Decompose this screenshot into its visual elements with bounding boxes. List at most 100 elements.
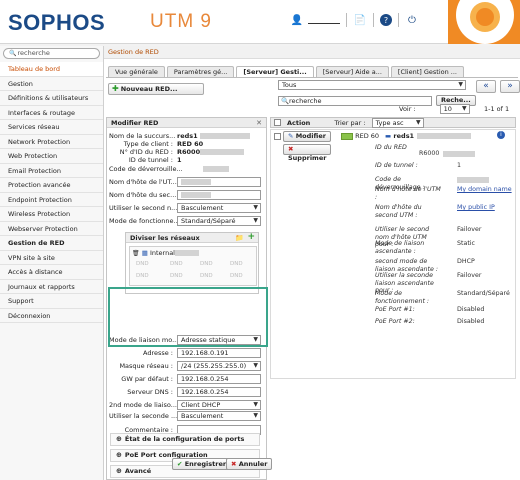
detail-value[interactable]: My public IP [457,204,495,211]
delete-button[interactable]: ✖ Supprimer [283,144,331,162]
use-second-host-row: Utiliser le second n... Basculement ▼ [107,203,267,215]
dns-row: Serveur DNS : 192.168.0.254 [107,387,267,399]
save-button[interactable]: ✔ Enregistrer [172,458,232,470]
tab-client-management[interactable]: [Client] Gestion ... [390,66,464,77]
edit-icon: ✎ [288,132,294,140]
detail-value: R6000 [419,150,440,157]
use-second-host-select[interactable]: Basculement ▼ [177,203,261,213]
sidebar-item[interactable]: Support [0,294,103,309]
detail-label: Nom d'hôte de l'UTM : [375,186,441,201]
netmask-select[interactable]: /24 (255.255.255.0) ▼ [177,361,261,371]
detail-label: PoE Port #2: [375,318,415,325]
search-icon: 🔍 [9,50,17,57]
sort-select[interactable]: Type asc ▼ [371,117,424,128]
pagination-nav: « » [476,80,520,93]
search-icon: 🔍 [281,96,290,105]
second-host-input[interactable] [177,190,261,200]
gateway-input[interactable]: 192.168.0.254 [177,374,261,384]
next-page-button[interactable]: » [500,80,520,93]
tab-server-management[interactable]: [Serveur] Gesti... [236,66,314,77]
sidebar-item[interactable]: Web Protection [0,149,103,164]
plus-icon: ✚ [112,84,119,93]
split-networks-box: Diviser les réseaux 📁 + 🗑 ▦ Internal DND… [125,232,259,294]
detail-label: PoE Port #1: [375,306,415,313]
port-status-section[interactable]: ⊕ État de la configuration de ports [110,433,260,446]
use-second-uplink-select[interactable]: Basculement ▼ [177,411,261,421]
sidebar-item[interactable]: Interfaces & routage [0,106,103,120]
sidebar-item[interactable]: Accès à distance [0,265,103,280]
close-icon[interactable]: ✕ [256,118,262,128]
filter-select[interactable]: Tous ▼ [278,80,466,90]
tab-server-help[interactable]: [Serveur] Aide a... [315,66,389,77]
type-badge: RED 60 [341,132,379,140]
view-label: Voir : [399,105,416,113]
page-size-select[interactable]: 10 ▼ [439,104,470,114]
sort-label: Trier par : [334,118,366,127]
second-uplink-mode-select[interactable]: Client DHCP ▼ [177,400,261,410]
network-icon: ▦ [141,249,148,257]
document-icon[interactable]: 📄 [353,13,367,27]
chevron-down-icon: ▼ [458,81,463,88]
row-checkbox[interactable] [274,133,281,140]
dns-input[interactable]: 192.168.0.254 [177,387,261,397]
detail-value: Failover [457,226,482,233]
address-input[interactable]: 192.168.0.191 [177,348,261,358]
chevron-down-icon: ▼ [253,401,258,408]
chevron-down-icon: ▼ [462,105,467,112]
sidebar-item[interactable]: VPN site à site [0,251,103,265]
power-icon[interactable]: ⏻ [405,13,419,27]
add-icon[interactable]: + [247,232,255,242]
detail-value[interactable]: My domain name [457,186,512,193]
sidebar-item[interactable]: Wireless Protection [0,207,103,222]
sidebar-item[interactable]: Déconnexion [0,309,103,323]
info-icon[interactable]: i [497,131,505,139]
sidebar-item[interactable]: Protection avancée [0,178,103,193]
modify-button[interactable]: ✎ Modifier [283,131,331,142]
page-size-row: Voir : 10 ▼ [399,104,470,114]
utm-host-input[interactable] [177,177,261,187]
operation-mode-select[interactable]: Standard/Séparé ▼ [177,216,261,226]
sidebar-item[interactable]: Webserver Protection [0,222,103,236]
delete-icon: ✖ [288,145,294,153]
folder-icon[interactable]: 📁 [235,233,244,243]
user-icon[interactable]: 👤 [290,13,304,27]
sidebar-search-input[interactable]: 🔍recherche [3,48,100,59]
check-icon: ✔ [177,460,183,468]
netmask-row: Masque réseau : /24 (255.255.255.0) ▼ [107,361,267,373]
detail-value: DHCP [457,258,475,265]
sidebar-item[interactable]: Gestion de RED [0,236,103,251]
networks-list: 🗑 ▦ Internal DND DND DND DND DND DND DND… [129,246,257,286]
operation-mode-row: Mode de fonctionne... Standard/Séparé ▼ [107,216,267,228]
new-red-button[interactable]: ✚ Nouveau RED... [108,83,204,95]
tab-overview[interactable]: Vue générale [108,66,165,77]
select-all-checkbox[interactable] [274,119,281,126]
chevron-down-icon: ▼ [253,204,258,211]
list-header: Action Trier par : Type asc ▼ [270,117,516,128]
detail-label: Mode de liaison ascendante : [375,240,425,255]
unlock-code-row: Code de déverrouille... [107,165,267,175]
close-icon: ✖ [231,460,237,468]
detail-label: second mode de liaison ascendante : [375,258,439,273]
prev-page-button[interactable]: « [476,80,496,93]
sidebar-item[interactable]: Network Protection [0,135,103,149]
sidebar-item[interactable]: Email Protection [0,164,103,178]
detail-value: Disabled [457,318,485,325]
address-row: Adresse : 192.168.0.191 [107,348,267,360]
sidebar-item[interactable]: Définitions & utilisateurs [0,91,103,106]
chevron-down-icon: ▼ [253,412,258,419]
detail-value: Static [457,240,476,247]
tab-general-settings[interactable]: Paramètres gé... [166,66,235,77]
chevron-down-icon: ▼ [253,217,258,224]
cancel-button[interactable]: ✖ Annuler [226,458,273,470]
product-name: UTM 9 [150,11,212,32]
trash-icon[interactable]: 🗑 [132,250,140,257]
sidebar-item[interactable]: Tableau de bord [0,62,103,77]
device-icon [341,132,353,140]
sidebar-item[interactable]: Services réseau [0,120,103,135]
sidebar-item[interactable]: Gestion [0,77,103,91]
help-icon[interactable]: ? [380,14,392,26]
sidebar-item[interactable]: Journaux et rapports [0,280,103,294]
username[interactable] [308,16,340,24]
network-item[interactable]: 🗑 ▦ Internal [132,249,199,257]
sidebar-item[interactable]: Endpoint Protection [0,193,103,207]
